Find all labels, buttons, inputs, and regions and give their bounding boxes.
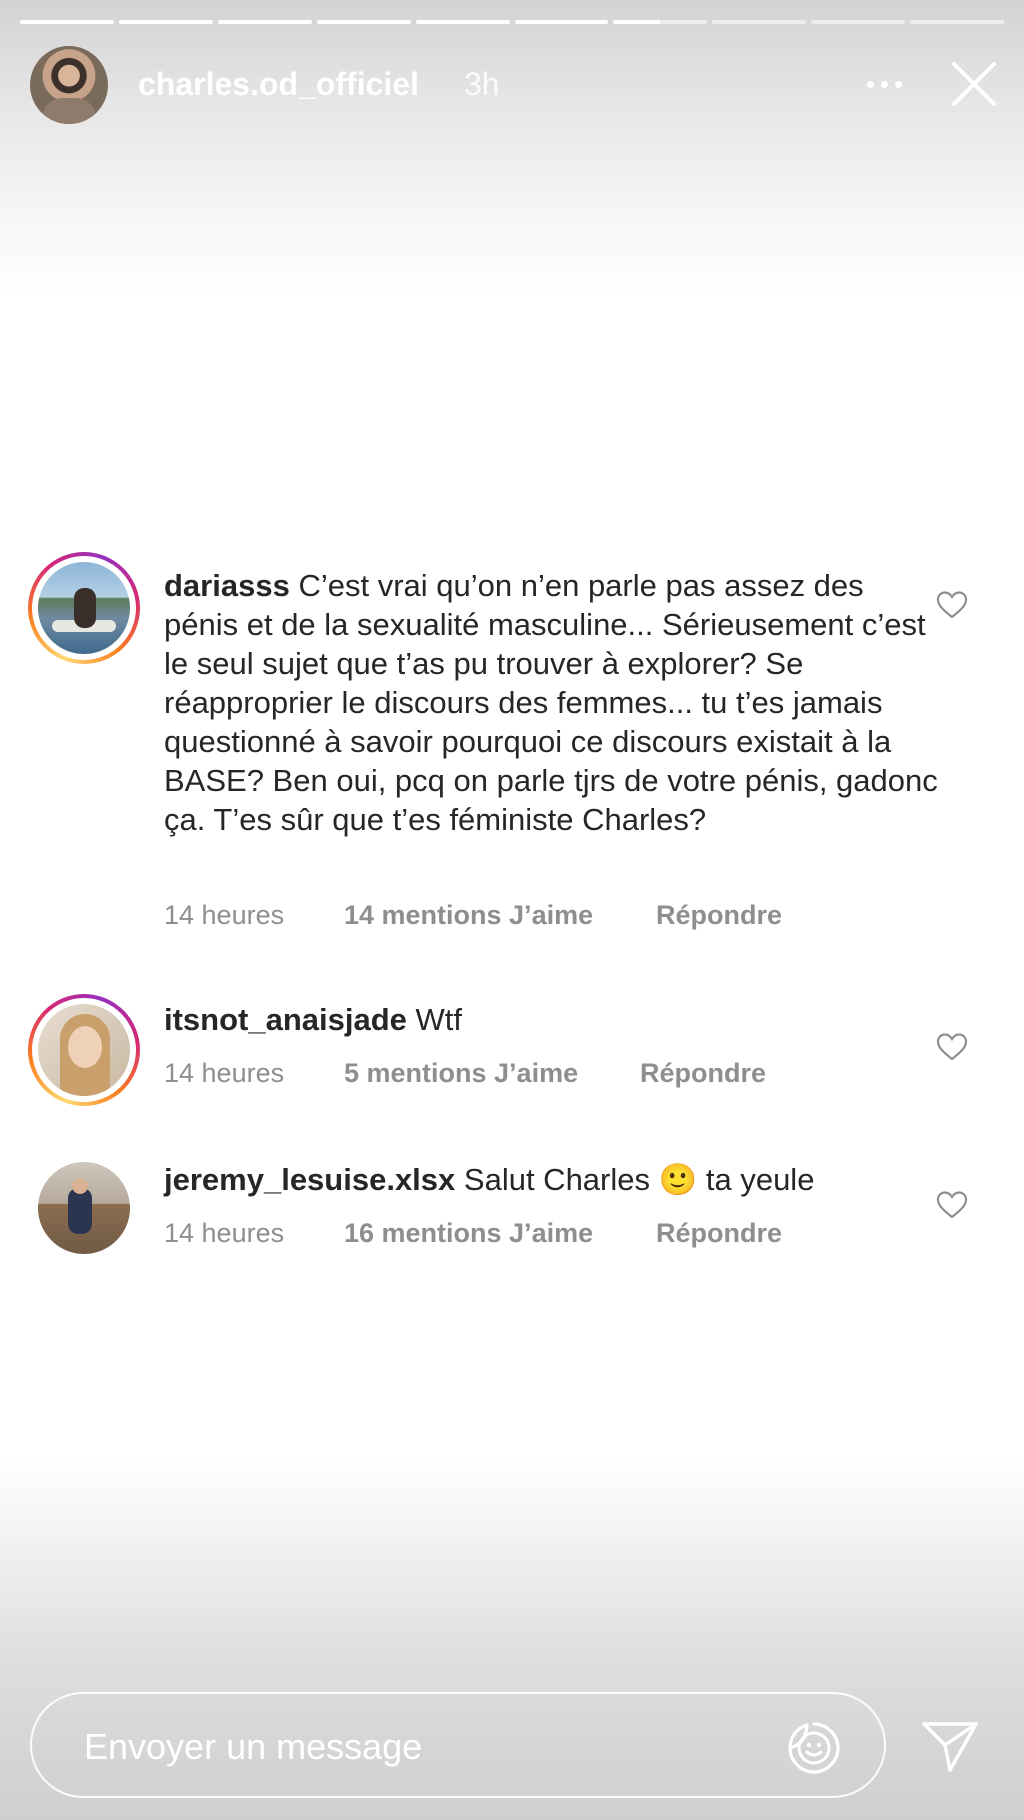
more-dots-icon: [866, 80, 874, 88]
more-options-button[interactable]: [856, 64, 912, 104]
comment-likes[interactable]: 14 mentions J’aime: [344, 900, 593, 931]
avatar[interactable]: [38, 562, 130, 654]
heart-outline-icon[interactable]: [936, 590, 968, 620]
comment-time: 14 heures: [164, 900, 285, 930]
story-author-username[interactable]: charles.od_officiel: [138, 66, 419, 103]
avatar[interactable]: [38, 1162, 130, 1254]
story-author-avatar[interactable]: [30, 46, 108, 124]
comment-username[interactable]: dariasss: [164, 568, 290, 603]
progress-segment: [20, 20, 114, 24]
comment-dariasss: dariasss C’est vrai qu’on n’en parle pas…: [28, 552, 988, 942]
story-progress-bar: [20, 20, 1005, 25]
send-icon[interactable]: [920, 1718, 980, 1774]
comment-text: jeremy_lesuise.xlsx Salut Charles 🙂 ta y…: [164, 1160, 944, 1199]
avatar[interactable]: [38, 1004, 130, 1096]
comment-likes[interactable]: 5 mentions J’aime: [344, 1058, 578, 1089]
comment-username[interactable]: jeremy_lesuise.xlsx: [164, 1162, 455, 1197]
smile-emoji: 🙂: [658, 1162, 698, 1197]
comment-body-start: Salut Charles: [463, 1162, 650, 1197]
progress-segment: [811, 20, 906, 24]
comment-time: 14 heures: [164, 1058, 285, 1088]
comment-text: itsnot_anaisjade Wtf: [164, 1000, 944, 1039]
close-icon[interactable]: [948, 58, 1000, 110]
comment-time: 14 heures: [164, 1218, 285, 1248]
progress-segment: [217, 20, 312, 24]
progress-segment: [118, 20, 213, 24]
comment-body: Wtf: [415, 1002, 463, 1037]
comment-body-end: ta yeule: [705, 1162, 815, 1197]
reply-button[interactable]: Répondre: [640, 1058, 766, 1089]
comment-jeremy_lesuise: jeremy_lesuise.xlsx Salut Charles 🙂 ta y…: [28, 1152, 988, 1272]
progress-segment: [613, 20, 708, 24]
heart-outline-icon[interactable]: [936, 1190, 968, 1220]
reply-button[interactable]: Répondre: [656, 1218, 782, 1249]
comment-itsnot_anaisjade: itsnot_anaisjade Wtf 14 heures 5 mention…: [28, 994, 988, 1114]
heart-outline-icon[interactable]: [936, 1032, 968, 1062]
progress-segment: [910, 20, 1005, 24]
story-header: charles.od_officiel 3h: [28, 44, 1008, 124]
comment-text: dariasss C’est vrai qu’on n’en parle pas…: [164, 566, 944, 839]
progress-segment: [316, 20, 411, 24]
story-timestamp: 3h: [464, 66, 500, 102]
progress-segment: [514, 20, 609, 24]
reply-button[interactable]: Répondre: [656, 900, 782, 931]
message-input[interactable]: Envoyer un message: [30, 1692, 886, 1798]
progress-segment: [415, 20, 510, 24]
progress-segment: [712, 20, 807, 24]
comment-likes[interactable]: 16 mentions J’aime: [344, 1218, 593, 1249]
message-placeholder: Envoyer un message: [84, 1726, 423, 1767]
comment-username[interactable]: itsnot_anaisjade: [164, 1002, 407, 1037]
comment-body: C’est vrai qu’on n’en parle pas assez de…: [164, 568, 938, 837]
sticker-icon[interactable]: [784, 1718, 844, 1778]
